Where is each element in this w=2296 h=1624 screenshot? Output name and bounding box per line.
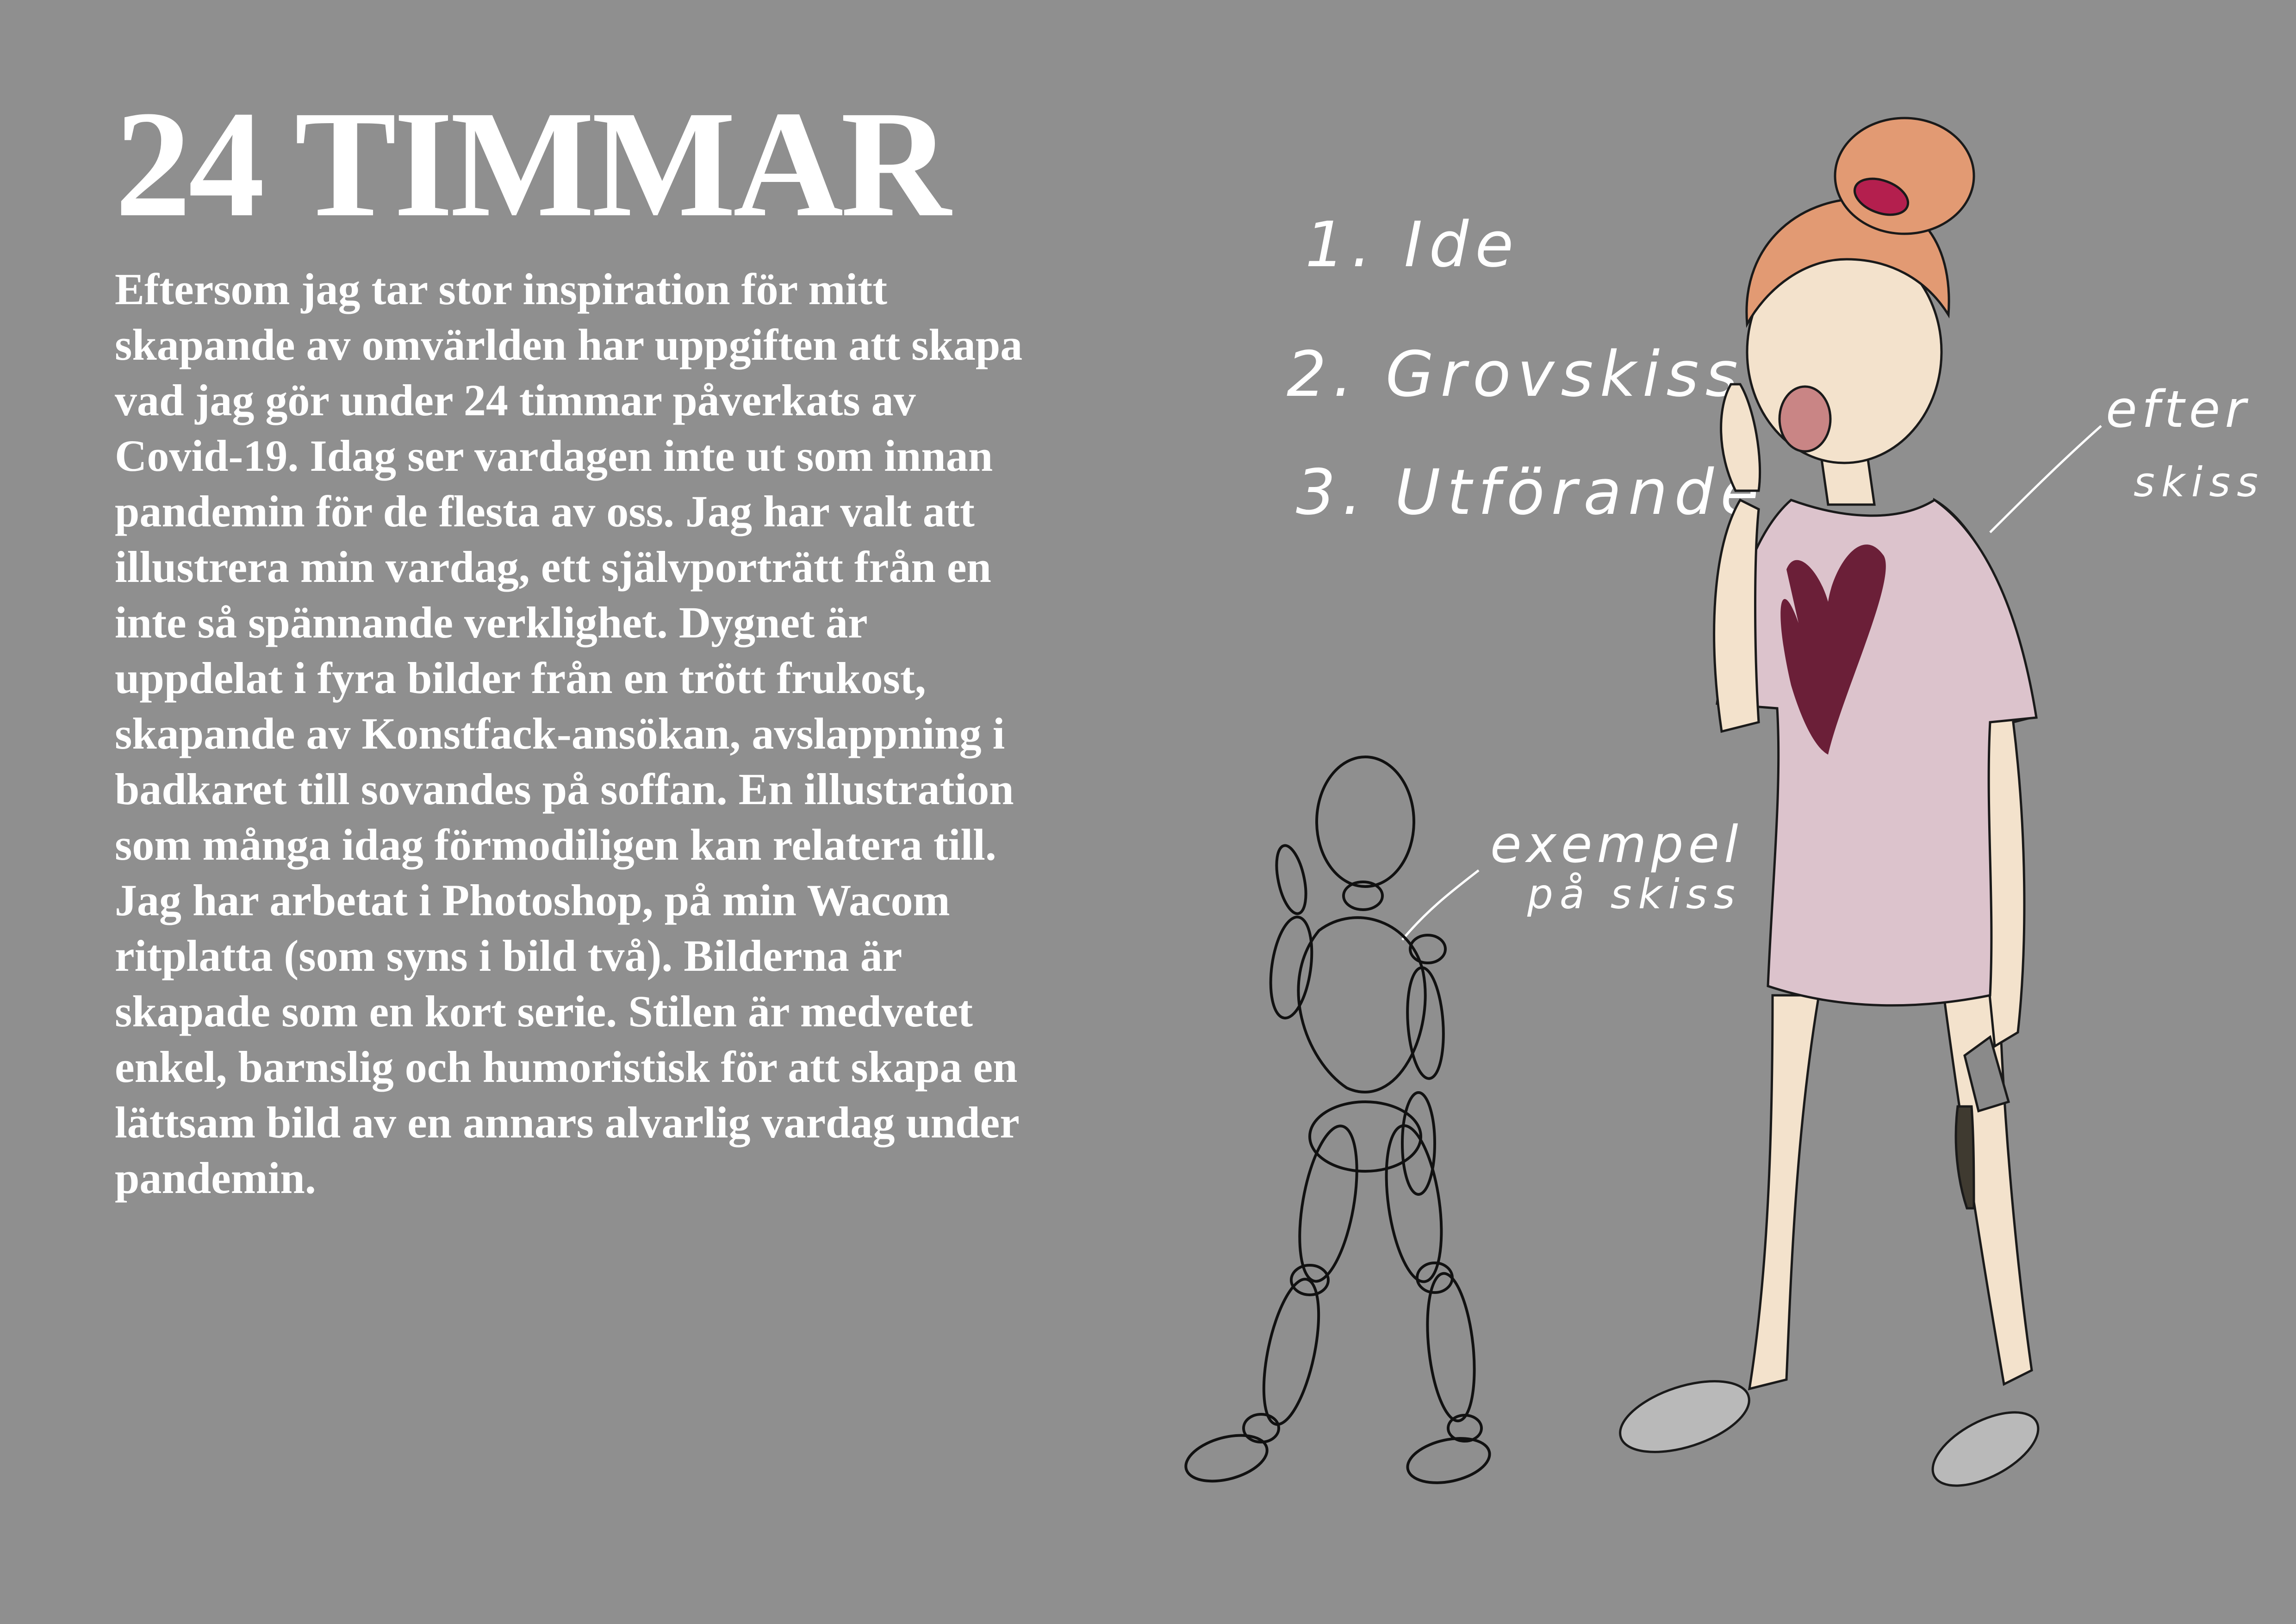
illustration-canvas bbox=[1184, 117, 2102, 1487]
sketch-pointer-line bbox=[1401, 869, 1480, 941]
mannequin-sketch bbox=[1184, 756, 1491, 1484]
girl-illustration bbox=[1619, 117, 2040, 1487]
after-pointer-line bbox=[1989, 425, 2102, 533]
